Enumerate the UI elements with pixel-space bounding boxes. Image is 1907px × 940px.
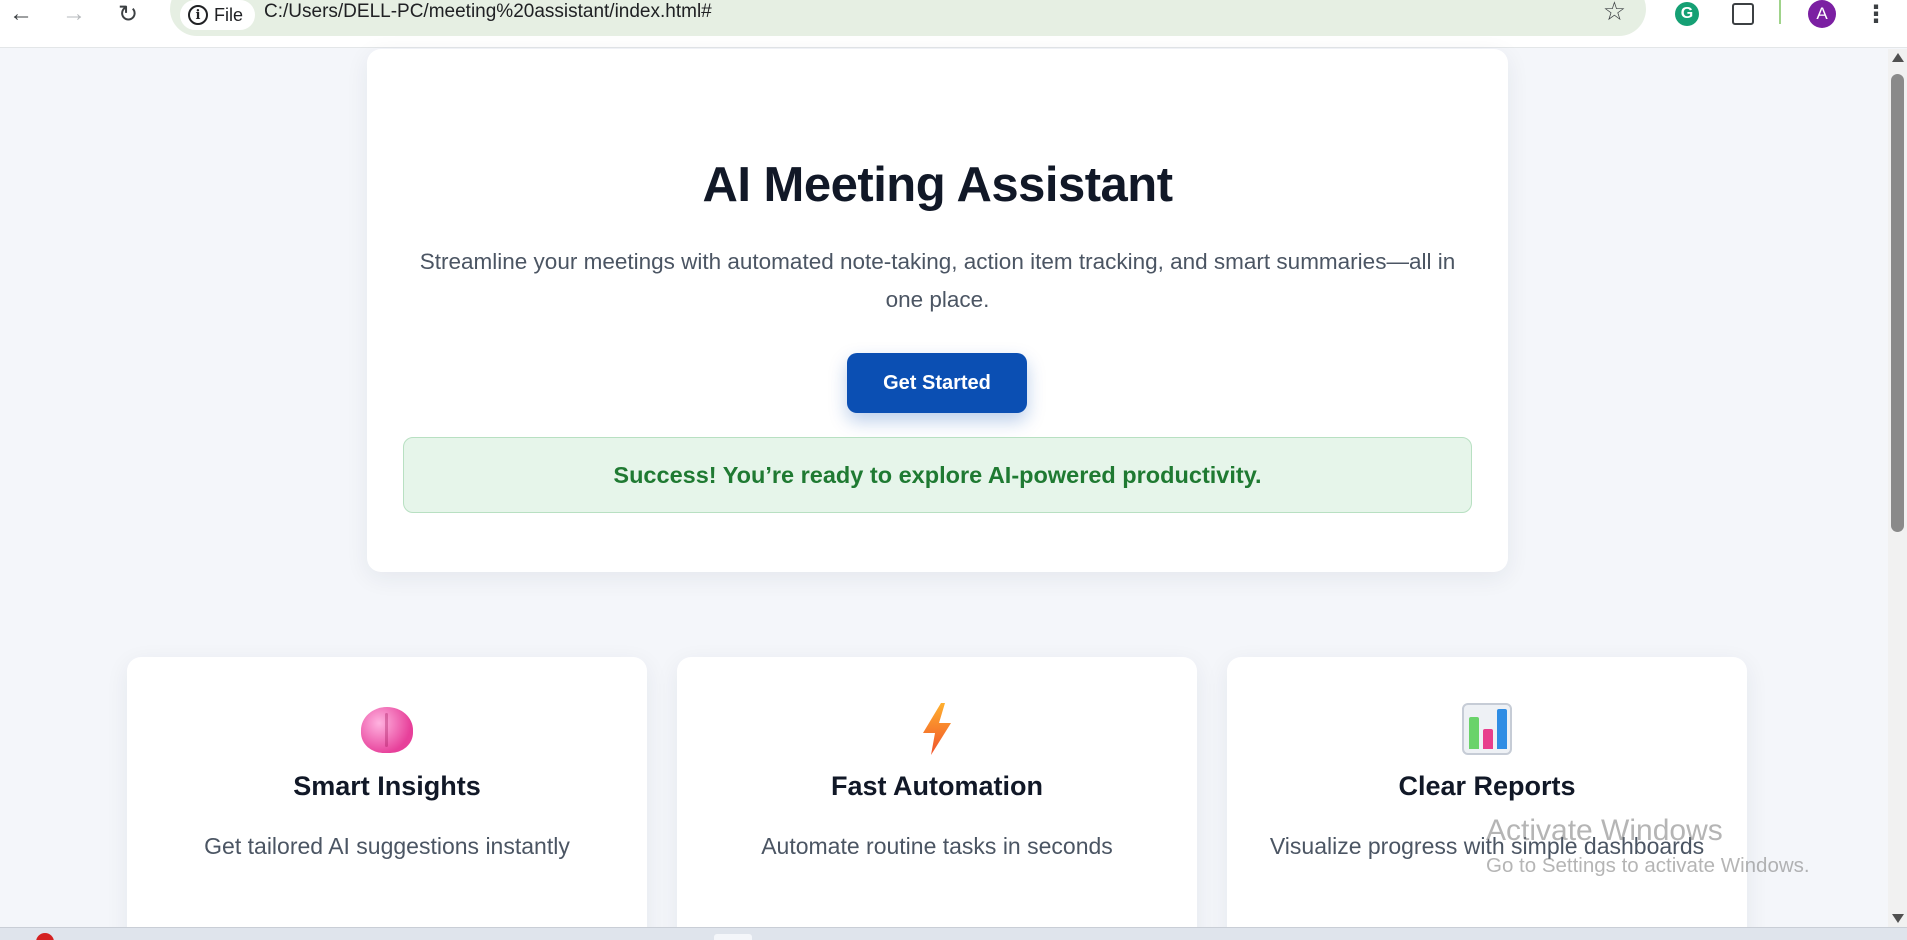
hero-description: Streamline your meetings with automated … xyxy=(419,249,1456,312)
grammarly-icon: G xyxy=(1675,2,1699,26)
info-icon: i xyxy=(188,5,208,25)
puzzle-icon xyxy=(1732,3,1754,25)
feature-title: Clear Reports xyxy=(1398,771,1576,801)
more-menu-icon[interactable]: ⋮ xyxy=(1864,0,1888,28)
scroll-down-icon[interactable] xyxy=(1892,914,1904,923)
scrollbar-thumb[interactable] xyxy=(1891,74,1904,532)
site-info-label: File xyxy=(214,4,244,25)
get-started-button[interactable]: Get Started xyxy=(847,353,1027,413)
lightning-icon xyxy=(923,703,951,755)
forward-icon[interactable]: → xyxy=(57,0,91,28)
address-bar[interactable]: i File C:/Users/DELL-PC/meeting%20assist… xyxy=(170,0,1646,36)
extensions-puzzle-button[interactable] xyxy=(1730,0,1756,28)
taskbar xyxy=(0,927,1907,940)
taskbar-app-icon[interactable] xyxy=(36,933,54,940)
site-info-chip[interactable]: i File xyxy=(180,0,256,30)
bar-chart-icon xyxy=(1462,703,1512,755)
scroll-up-icon[interactable] xyxy=(1892,53,1904,62)
success-message: Success! You’re ready to explore AI-powe… xyxy=(403,437,1472,513)
vertical-scrollbar[interactable] xyxy=(1888,49,1907,927)
feature-card-fast-automation: Fast Automation Automate routine tasks i… xyxy=(677,657,1197,940)
activate-windows-subtitle: Go to Settings to activate Windows. xyxy=(1486,854,1810,877)
hero-card: AI Meeting Assistant Streamline your mee… xyxy=(367,49,1508,572)
feature-title: Smart Insights xyxy=(293,771,481,801)
bookmark-star-icon[interactable]: ☆ xyxy=(1603,0,1626,27)
url-text[interactable]: C:/Users/DELL-PC/meeting%20assistant/ind… xyxy=(264,1,712,23)
brain-icon xyxy=(361,707,413,753)
taskbar-button[interactable] xyxy=(714,934,752,940)
toolbar-divider xyxy=(1779,0,1781,24)
feature-title: Fast Automation xyxy=(831,771,1043,801)
feature-card-clear-reports: Clear Reports Visualize progress with si… xyxy=(1227,657,1747,940)
profile-button[interactable]: A xyxy=(1807,0,1837,28)
back-icon[interactable]: ← xyxy=(4,0,38,28)
browser-toolbar: ← → ↻ i File C:/Users/DELL-PC/meeting%20… xyxy=(0,0,1907,48)
feature-description: Automate routine tasks in seconds xyxy=(761,833,1113,859)
feature-description: Get tailored AI suggestions instantly xyxy=(204,833,570,859)
avatar: A xyxy=(1808,0,1836,28)
grammarly-extension-button[interactable]: G xyxy=(1674,0,1700,28)
page-title: AI Meeting Assistant xyxy=(702,158,1173,212)
activate-windows-title: Activate Windows xyxy=(1486,814,1723,847)
reload-icon[interactable]: ↻ xyxy=(111,0,145,28)
feature-card-smart-insights: Smart Insights Get tailored AI suggestio… xyxy=(127,657,647,940)
